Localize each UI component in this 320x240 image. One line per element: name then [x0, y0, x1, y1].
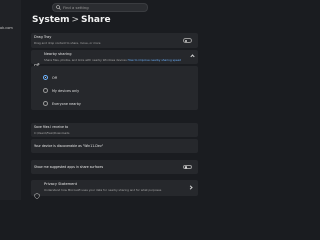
nearby-sharing-description: Share files, photos, and links with near… [44, 58, 181, 62]
suggested-apps-toggle[interactable] [183, 164, 192, 169]
breadcrumb-separator: > [71, 15, 80, 25]
radio-option-my-devices[interactable]: My devices only [43, 88, 79, 93]
shield-icon [34, 184, 40, 199]
discoverable-text: Your device is discoverable as "Win11-De… [34, 144, 104, 148]
radio-option-everyone[interactable]: Everyone nearby [43, 101, 81, 106]
search-icon [56, 5, 61, 10]
breadcrumb-current: Share [81, 15, 111, 25]
search-box[interactable] [52, 3, 148, 12]
suggested-apps-title: Show me suggested apps in share surfaces [34, 165, 104, 169]
nearby-sharing-card[interactable]: Nearby sharing Share files, photos, and … [31, 50, 198, 64]
radio-label: My devices only [52, 88, 80, 93]
radio-label: Off [52, 75, 58, 80]
chevron-up-icon[interactable] [190, 54, 195, 59]
page-title: System > Share [32, 15, 111, 25]
privacy-title: Privacy Statement [44, 182, 78, 186]
save-location-card[interactable]: Save files I receive to C:\Users\Flexi\D… [31, 123, 198, 137]
save-location-title: Save files I receive to [34, 125, 69, 129]
discoverable-card: Your device is discoverable as "Win11-De… [31, 139, 198, 153]
breadcrumb-parent[interactable]: System [32, 15, 70, 25]
radio-button[interactable] [43, 88, 48, 93]
drag-tray-toggle[interactable] [183, 38, 192, 43]
nearby-sharing-title: Nearby sharing [44, 52, 72, 56]
radio-button[interactable] [43, 101, 48, 106]
drag-tray-title: Drag Tray [34, 35, 52, 39]
chevron-right-icon[interactable] [188, 185, 193, 190]
drag-tray-card[interactable]: Drag Tray Drag and drop content to share… [31, 33, 198, 48]
radio-label: Everyone nearby [52, 101, 81, 106]
nearby-sharing-speed-link[interactable]: How to improve nearby sharing speed [128, 58, 181, 62]
suggested-apps-card[interactable]: Show me suggested apps in share surfaces [31, 160, 198, 174]
radio-button[interactable] [43, 75, 48, 80]
share-icon [34, 54, 40, 69]
drag-tray-description: Drag and drop content to share, move, or… [34, 41, 101, 45]
privacy-description: Understand how Microsoft uses your data … [44, 188, 162, 192]
save-location-path: C:\Users\Flexi\Downloads [34, 130, 70, 135]
navigation-strip: ok.com [0, 0, 21, 200]
sidebar-fragment: ok.com [0, 26, 13, 30]
privacy-card[interactable]: Privacy Statement Understand how Microso… [31, 180, 198, 196]
radio-option-off[interactable]: Off [43, 75, 57, 80]
search-input[interactable] [63, 5, 143, 10]
nearby-sharing-description-text: Share files, photos, and links with near… [44, 58, 127, 62]
